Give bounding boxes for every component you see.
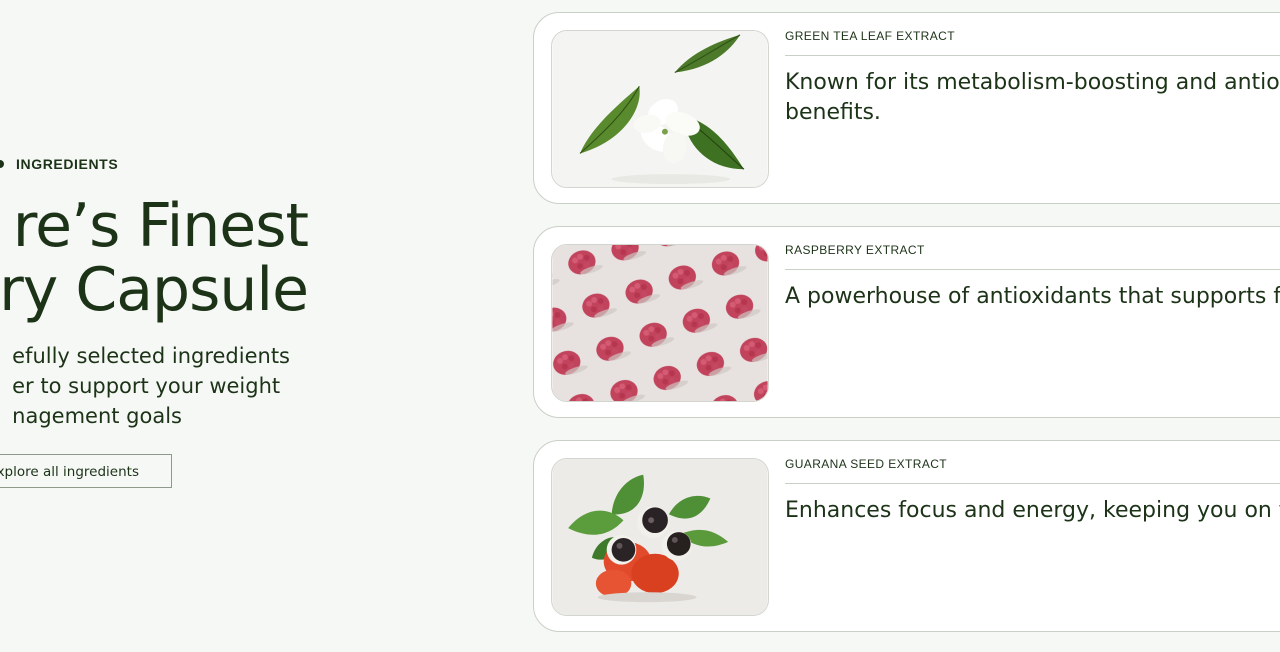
- ingredient-name: GUARANA SEED EXTRACT: [785, 457, 948, 471]
- guarana-seed-image: [551, 458, 769, 616]
- ingredient-description: Enhances focus and energy, keeping you o…: [785, 498, 1280, 523]
- ingredient-name: RASPBERRY EXTRACT: [785, 243, 925, 257]
- headline-line-1: re’s Finest: [12, 191, 309, 261]
- ingredient-card-guarana: GUARANA SEED EXTRACT Enhances focus and …: [533, 440, 1280, 632]
- raspberry-image: [551, 244, 769, 402]
- ingredient-name: GREEN TEA LEAF EXTRACT: [785, 29, 955, 43]
- ingredients-intro: INGREDIENTS re’s Finest ry Capsule efull…: [0, 0, 520, 652]
- subtext-line-2: er to support your weight: [12, 374, 281, 398]
- ingredient-card-green-tea: GREEN TEA LEAF EXTRACT Known for its met…: [533, 12, 1280, 204]
- subtext-line-3: nagement goals: [12, 404, 182, 428]
- divider: [785, 269, 1280, 270]
- section-eyebrow: INGREDIENTS: [16, 156, 119, 172]
- ingredient-description: Known for its metabolism-boosting and an…: [785, 70, 1280, 125]
- subtext-line-1: efully selected ingredients: [12, 344, 290, 368]
- ingredient-description: A powerhouse of antioxidants that suppor…: [785, 284, 1280, 309]
- ingredient-card-raspberry: RASPBERRY EXTRACT A powerhouse of antiox…: [533, 226, 1280, 418]
- headline-line-2: ry Capsule: [0, 255, 309, 325]
- green-tea-leaf-image: [551, 30, 769, 188]
- explore-ingredients-button[interactable]: xplore all ingredients: [0, 454, 172, 488]
- section-headline: re’s Finest ry Capsule: [0, 191, 309, 325]
- divider: [785, 483, 1280, 484]
- section-subtext: efully selected ingredients er to suppor…: [12, 341, 290, 431]
- divider: [785, 55, 1280, 56]
- eyebrow-dot: [0, 160, 4, 168]
